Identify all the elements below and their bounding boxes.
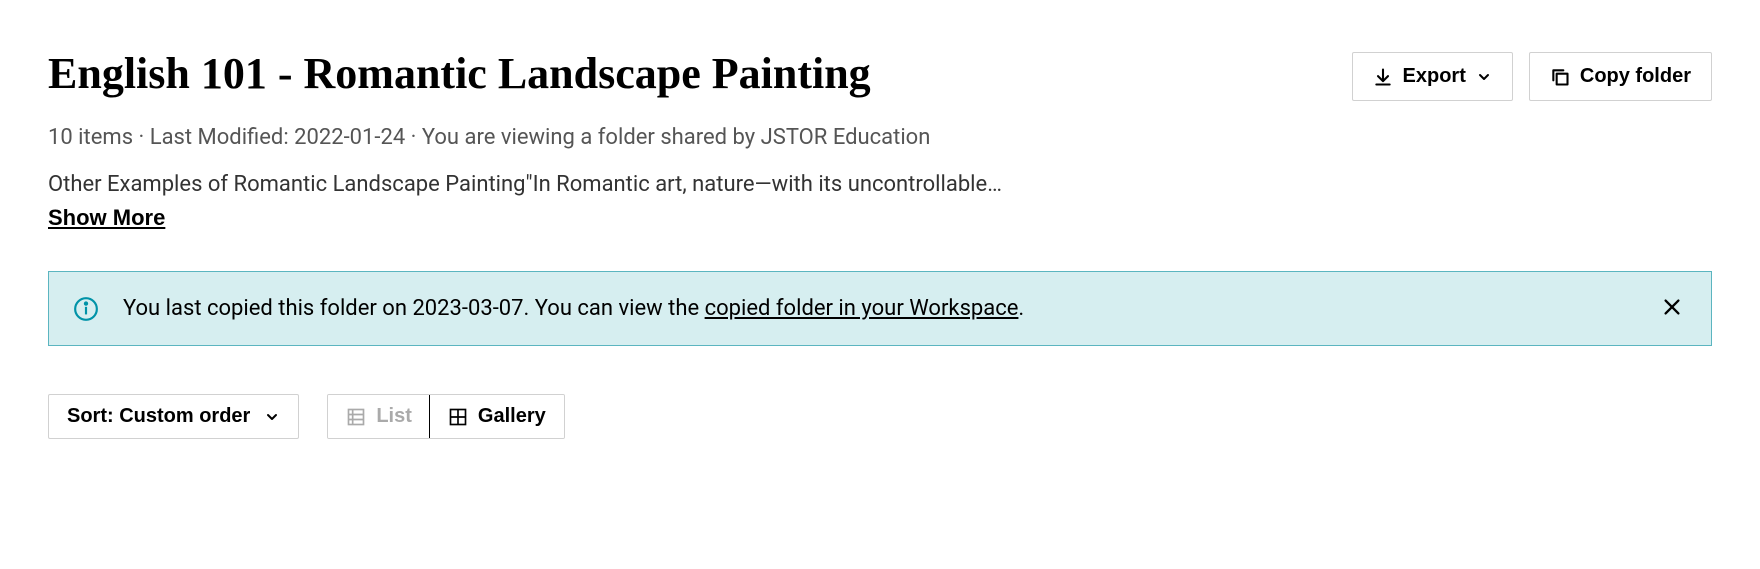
controls-row: Sort: Custom order List Gallery bbox=[48, 394, 1712, 439]
copy-icon bbox=[1550, 67, 1570, 87]
view-gallery-button[interactable]: Gallery bbox=[429, 394, 565, 439]
chevron-down-icon bbox=[264, 409, 280, 425]
list-icon bbox=[346, 407, 366, 427]
download-icon bbox=[1373, 67, 1393, 87]
sort-dropdown[interactable]: Sort: Custom order bbox=[48, 394, 299, 439]
info-icon bbox=[73, 296, 99, 322]
view-toggle: List Gallery bbox=[327, 394, 564, 439]
gallery-icon bbox=[448, 407, 468, 427]
copy-folder-label: Copy folder bbox=[1580, 65, 1691, 88]
close-icon bbox=[1661, 296, 1683, 318]
view-list-button[interactable]: List bbox=[328, 395, 430, 438]
chevron-down-icon bbox=[1476, 69, 1492, 85]
notification-banner: You last copied this folder on 2023-03-0… bbox=[48, 271, 1712, 346]
copy-folder-button[interactable]: Copy folder bbox=[1529, 52, 1712, 101]
notification-close-button[interactable] bbox=[1657, 292, 1687, 325]
shared-by-text: You are viewing a folder shared by JSTOR… bbox=[422, 125, 931, 150]
export-label: Export bbox=[1403, 65, 1466, 88]
last-modified-date: 2022-01-24 bbox=[294, 125, 405, 150]
list-label: List bbox=[376, 405, 412, 428]
notification-copy-date: 2023-03-07 bbox=[412, 296, 523, 321]
meta-line: 10 items · Last Modified: 2022-01-24 · Y… bbox=[48, 125, 1712, 150]
notification-text: You last copied this folder on 2023-03-0… bbox=[123, 296, 1657, 321]
gallery-label: Gallery bbox=[478, 405, 546, 428]
header-actions: Export Copy folder bbox=[1352, 52, 1712, 101]
folder-description: Other Examples of Romantic Landscape Pai… bbox=[48, 172, 1712, 197]
show-more-button[interactable]: Show More bbox=[48, 205, 165, 231]
last-modified-prefix: Last Modified: bbox=[150, 125, 294, 150]
sort-label: Sort: Custom order bbox=[67, 405, 250, 428]
item-count: 10 items bbox=[48, 125, 133, 150]
export-button[interactable]: Export bbox=[1352, 52, 1513, 101]
copied-folder-link[interactable]: copied folder in your Workspace bbox=[705, 296, 1019, 321]
page-title: English 101 - Romantic Landscape Paintin… bbox=[48, 48, 871, 101]
